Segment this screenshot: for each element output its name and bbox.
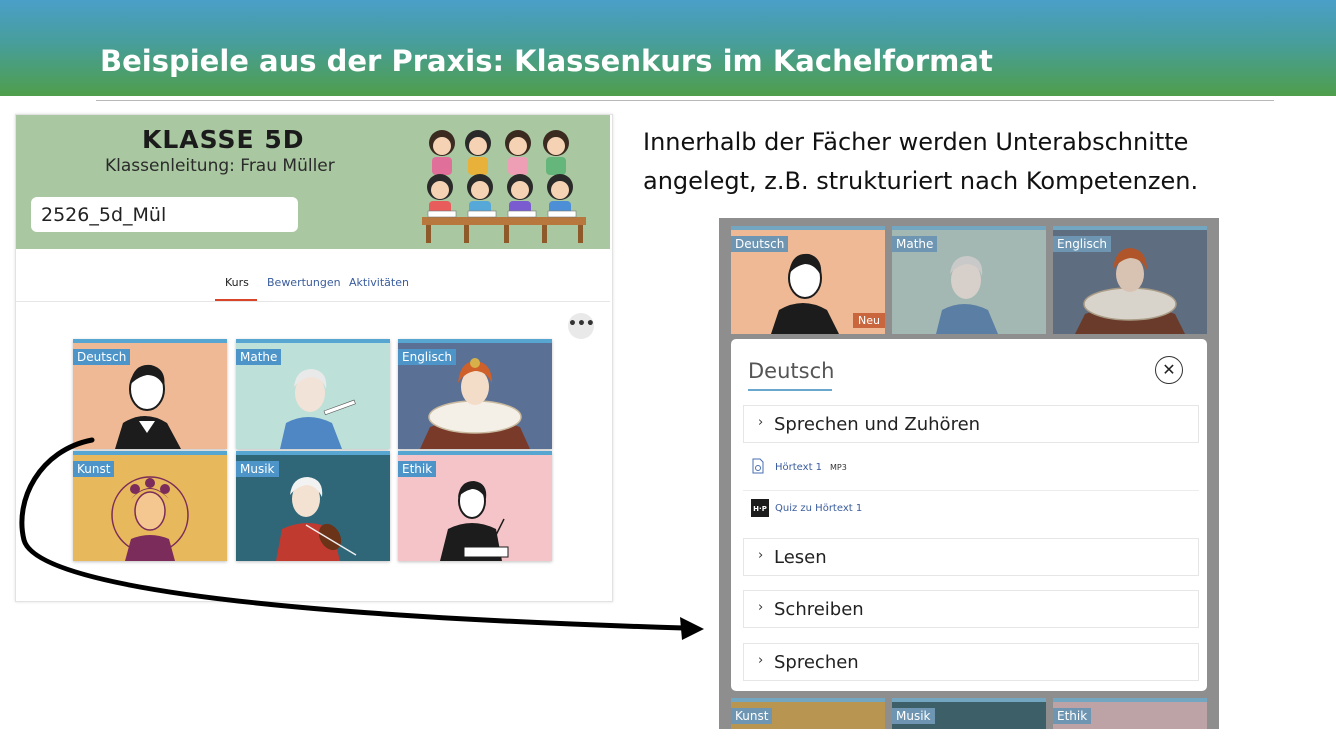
course-subtitle: Klassenleitung: Frau Müller <box>105 156 335 176</box>
audio-file-icon <box>752 458 764 474</box>
section-label: Schreiben <box>774 599 864 620</box>
course-banner: KLASSE 5D Klassenleitung: Frau Müller 25… <box>16 115 610 249</box>
detail-tile-mathe[interactable]: Mathe <box>892 226 1046 334</box>
subject-panel: Deutsch ✕ › Sprechen und Zuhören Hörtext… <box>731 339 1207 691</box>
course-tile-englisch[interactable]: Englisch <box>398 339 552 449</box>
section-schreiben[interactable]: › Schreiben <box>743 590 1199 628</box>
detail-tile-musik[interactable]: Musik <box>892 698 1046 729</box>
activity-hoertext-1[interactable]: Hörtext 1 MP3 <box>751 458 1191 482</box>
header-divider <box>96 100 1274 101</box>
section-label: Sprechen und Zuhören <box>774 414 981 435</box>
activity-quiz-hoertext-1[interactable]: H·P Quiz zu Hörtext 1 <box>751 499 1191 523</box>
tile-label: Englisch <box>398 349 456 365</box>
activity-type: MP3 <box>830 463 847 472</box>
course-tile-musik[interactable]: Musik <box>236 451 390 561</box>
svg-text:H·P: H·P <box>753 505 767 513</box>
tile-label: Deutsch <box>73 349 131 365</box>
section-label: Sprechen <box>774 652 859 673</box>
slide-description: Innerhalb der Fächer werden Unterabschni… <box>643 128 1199 195</box>
tab-bewertungen[interactable]: Bewertungen <box>267 276 341 289</box>
section-sprechen[interactable]: › Sprechen <box>743 643 1199 681</box>
h5p-icon: H·P <box>751 499 769 517</box>
course-name: KLASSE 5D <box>142 125 305 154</box>
course-tile-mathe[interactable]: Mathe <box>236 339 390 449</box>
slide-title: Beispiele aus der Praxis: Klassenkurs im… <box>100 44 993 78</box>
tile-label: Ethik <box>1053 708 1092 724</box>
tile-label: Musik <box>892 708 935 724</box>
tab-kurs[interactable]: Kurs <box>225 276 249 289</box>
tile-label: Kunst <box>731 708 773 724</box>
detail-tile-ethik[interactable]: Ethik <box>1053 698 1207 729</box>
course-code: 2526_5d_Mül <box>31 197 298 232</box>
tile-label: Mathe <box>236 349 282 365</box>
panel-title: Deutsch <box>748 359 835 383</box>
chevron-right-icon: › <box>758 548 764 563</box>
section-sprechen-und-zuhoeren[interactable]: › Sprechen und Zuhören <box>743 405 1199 443</box>
more-options-button[interactable]: ••• <box>568 313 595 339</box>
activity-name[interactable]: Hörtext 1 <box>775 462 822 473</box>
chevron-right-icon: › <box>758 653 764 668</box>
course-screenshot: KLASSE 5D Klassenleitung: Frau Müller 25… <box>15 114 613 602</box>
classroom-children-illustration <box>422 130 586 243</box>
chevron-right-icon: › <box>758 600 764 615</box>
section-label: Lesen <box>774 547 827 568</box>
detail-tile-deutsch[interactable]: Deutsch Neu <box>731 226 885 334</box>
tile-label: Ethik <box>398 461 437 477</box>
course-tile-ethik[interactable]: Ethik <box>398 451 552 561</box>
tab-aktivitaeten[interactable]: Aktivitäten <box>349 276 409 289</box>
tile-label: Kunst <box>73 461 115 477</box>
close-button[interactable]: ✕ <box>1155 356 1183 384</box>
new-badge: Neu <box>853 313 885 328</box>
course-tabs: Kurs Bewertungen Aktivitäten <box>16 249 610 302</box>
tile-label: Musik <box>236 461 279 477</box>
subject-detail-screenshot: Deutsch Neu Mathe Englisch Deutsch ✕ › S… <box>719 218 1219 729</box>
chevron-right-icon: › <box>758 415 764 430</box>
active-tab-indicator <box>215 299 257 301</box>
tile-label: Englisch <box>1053 236 1111 252</box>
detail-tile-kunst[interactable]: Kunst <box>731 698 885 729</box>
course-tile-deutsch[interactable]: Deutsch <box>73 339 227 449</box>
course-tile-kunst[interactable]: Kunst <box>73 451 227 561</box>
close-icon: ✕ <box>1162 360 1176 379</box>
tile-label: Mathe <box>892 236 938 252</box>
panel-title-underline <box>748 389 832 391</box>
detail-tile-englisch[interactable]: Englisch <box>1053 226 1207 334</box>
activity-divider <box>743 490 1199 491</box>
section-lesen[interactable]: › Lesen <box>743 538 1199 576</box>
activity-name[interactable]: Quiz zu Hörtext 1 <box>775 503 862 514</box>
more-dots-icon: ••• <box>568 316 595 332</box>
slide-header: Beispiele aus der Praxis: Klassenkurs im… <box>0 0 1336 96</box>
tile-label: Deutsch <box>731 236 789 252</box>
